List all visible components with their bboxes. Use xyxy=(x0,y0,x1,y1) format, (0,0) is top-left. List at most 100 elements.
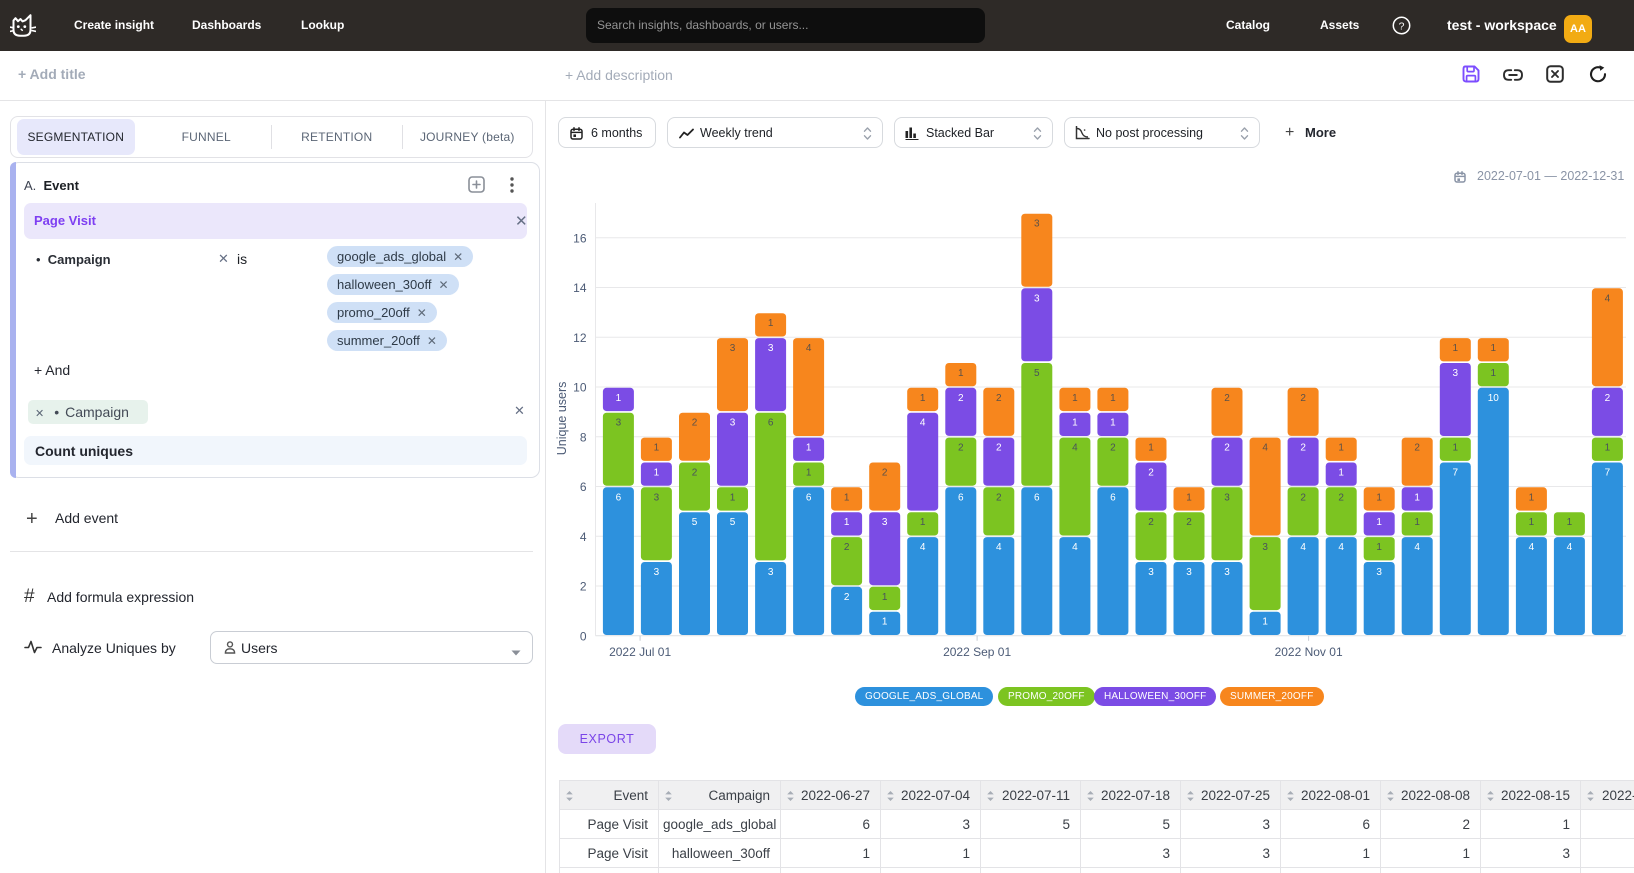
svg-text:1: 1 xyxy=(1338,468,1344,479)
svg-text:6: 6 xyxy=(1110,492,1116,503)
svg-text:6: 6 xyxy=(580,480,587,494)
svg-text:2: 2 xyxy=(996,492,1002,503)
svg-text:2: 2 xyxy=(1148,517,1154,528)
svg-text:4: 4 xyxy=(1338,542,1344,553)
svg-text:5: 5 xyxy=(1034,368,1040,379)
svg-text:3: 3 xyxy=(1224,492,1230,503)
svg-text:3: 3 xyxy=(616,418,622,429)
svg-text:4: 4 xyxy=(1262,443,1268,454)
svg-text:4: 4 xyxy=(920,418,926,429)
svg-text:3: 3 xyxy=(768,567,774,578)
svg-text:3: 3 xyxy=(1034,219,1040,230)
svg-text:2: 2 xyxy=(882,468,888,479)
svg-text:7: 7 xyxy=(1453,468,1459,479)
svg-text:4: 4 xyxy=(1567,542,1573,553)
svg-text:4: 4 xyxy=(806,343,812,354)
svg-text:1: 1 xyxy=(1376,542,1382,553)
svg-text:2: 2 xyxy=(1186,517,1192,528)
svg-text:2: 2 xyxy=(1300,443,1306,454)
svg-text:?: ? xyxy=(1399,21,1405,33)
svg-text:2: 2 xyxy=(1338,492,1344,503)
svg-text:1: 1 xyxy=(882,592,888,603)
svg-text:1: 1 xyxy=(1072,393,1078,404)
svg-text:1: 1 xyxy=(616,393,622,404)
svg-text:4: 4 xyxy=(580,530,587,544)
svg-text:2022 Jul 01: 2022 Jul 01 xyxy=(609,645,671,659)
svg-text:2: 2 xyxy=(1224,393,1230,404)
svg-text:6: 6 xyxy=(616,492,622,503)
svg-text:Unique users: Unique users xyxy=(555,382,569,456)
svg-text:1: 1 xyxy=(882,617,888,628)
svg-text:3: 3 xyxy=(1148,567,1154,578)
svg-text:1: 1 xyxy=(1414,517,1420,528)
svg-text:5: 5 xyxy=(692,517,698,528)
svg-text:1: 1 xyxy=(1567,517,1573,528)
svg-text:10: 10 xyxy=(1488,393,1500,404)
svg-text:3: 3 xyxy=(768,343,774,354)
svg-text:2: 2 xyxy=(958,443,964,454)
svg-text:1: 1 xyxy=(1262,617,1268,628)
svg-text:2: 2 xyxy=(996,393,1002,404)
svg-text:1: 1 xyxy=(1110,393,1116,404)
svg-text:1: 1 xyxy=(1529,517,1535,528)
svg-text:3: 3 xyxy=(730,418,736,429)
svg-text:4: 4 xyxy=(1529,542,1535,553)
svg-text:1: 1 xyxy=(1186,492,1192,503)
svg-text:2022 Sep 01: 2022 Sep 01 xyxy=(943,645,1011,659)
svg-text:3: 3 xyxy=(1376,567,1382,578)
svg-text:1: 1 xyxy=(768,318,774,329)
svg-text:3: 3 xyxy=(1186,567,1192,578)
svg-text:2: 2 xyxy=(996,443,1002,454)
svg-text:2: 2 xyxy=(1110,443,1116,454)
svg-text:1: 1 xyxy=(1529,492,1535,503)
svg-text:14: 14 xyxy=(573,281,587,295)
svg-text:1: 1 xyxy=(1072,418,1078,429)
svg-text:3: 3 xyxy=(654,567,660,578)
svg-text:2: 2 xyxy=(844,592,850,603)
svg-text:1: 1 xyxy=(920,393,926,404)
svg-text:2: 2 xyxy=(1224,443,1230,454)
svg-text:3: 3 xyxy=(654,492,660,503)
svg-text:5: 5 xyxy=(730,517,736,528)
svg-text:4: 4 xyxy=(996,542,1002,553)
svg-text:2: 2 xyxy=(1300,393,1306,404)
svg-text:3: 3 xyxy=(1034,293,1040,304)
svg-text:1: 1 xyxy=(1148,443,1154,454)
svg-text:2: 2 xyxy=(692,468,698,479)
svg-text:10: 10 xyxy=(573,381,587,395)
svg-text:4: 4 xyxy=(1605,293,1611,304)
svg-text:3: 3 xyxy=(1262,542,1268,553)
svg-text:3: 3 xyxy=(882,517,888,528)
svg-text:6: 6 xyxy=(958,492,964,503)
svg-text:2022 Nov 01: 2022 Nov 01 xyxy=(1275,645,1343,659)
svg-text:1: 1 xyxy=(1491,368,1497,379)
svg-text:1: 1 xyxy=(1414,492,1420,503)
svg-text:1: 1 xyxy=(806,443,812,454)
svg-text:1: 1 xyxy=(654,443,660,454)
svg-text:1: 1 xyxy=(920,517,926,528)
svg-text:2: 2 xyxy=(1414,443,1420,454)
svg-text:16: 16 xyxy=(573,231,587,245)
svg-text:3: 3 xyxy=(1453,368,1459,379)
svg-text:0: 0 xyxy=(580,629,587,643)
svg-text:6: 6 xyxy=(1034,492,1040,503)
svg-text:2: 2 xyxy=(692,418,698,429)
svg-text:6: 6 xyxy=(806,492,812,503)
svg-text:1: 1 xyxy=(1453,443,1459,454)
svg-text:4: 4 xyxy=(1072,542,1078,553)
svg-text:4: 4 xyxy=(1300,542,1306,553)
svg-text:3: 3 xyxy=(1224,567,1230,578)
svg-text:2: 2 xyxy=(844,542,850,553)
svg-text:1: 1 xyxy=(806,468,812,479)
svg-text:1: 1 xyxy=(1110,418,1116,429)
svg-text:1: 1 xyxy=(1605,443,1611,454)
svg-text:1: 1 xyxy=(1491,343,1497,354)
svg-text:2: 2 xyxy=(958,393,964,404)
svg-text:4: 4 xyxy=(920,542,926,553)
svg-text:1: 1 xyxy=(844,492,850,503)
svg-text:1: 1 xyxy=(1453,343,1459,354)
svg-text:1: 1 xyxy=(730,492,736,503)
svg-text:12: 12 xyxy=(573,331,587,345)
svg-text:4: 4 xyxy=(1414,542,1420,553)
svg-text:2: 2 xyxy=(1605,393,1611,404)
